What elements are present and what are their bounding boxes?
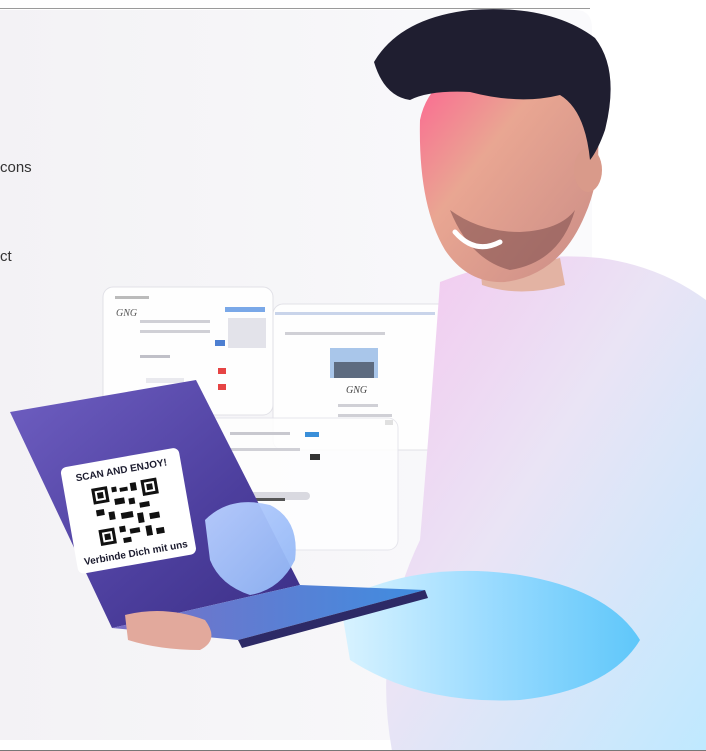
- screen-logo-right: GNG: [346, 385, 367, 396]
- text-fragment-1: cons: [0, 159, 32, 176]
- hero-illustration: GNG GNG SCAN AND ENJOY! Verbinde Dich mi…: [0, 9, 706, 751]
- hero-scene: GNG GNG SCAN AND ENJOY! Verbinde Dich mi…: [0, 0, 706, 751]
- qr-code-icon: [88, 475, 169, 549]
- screen-logo-left: GNG: [116, 308, 137, 319]
- ear: [574, 148, 602, 192]
- text-fragment-2: ct: [0, 248, 12, 265]
- qr-card: SCAN AND ENJOY! Verbinde Dich mit uns: [60, 448, 196, 574]
